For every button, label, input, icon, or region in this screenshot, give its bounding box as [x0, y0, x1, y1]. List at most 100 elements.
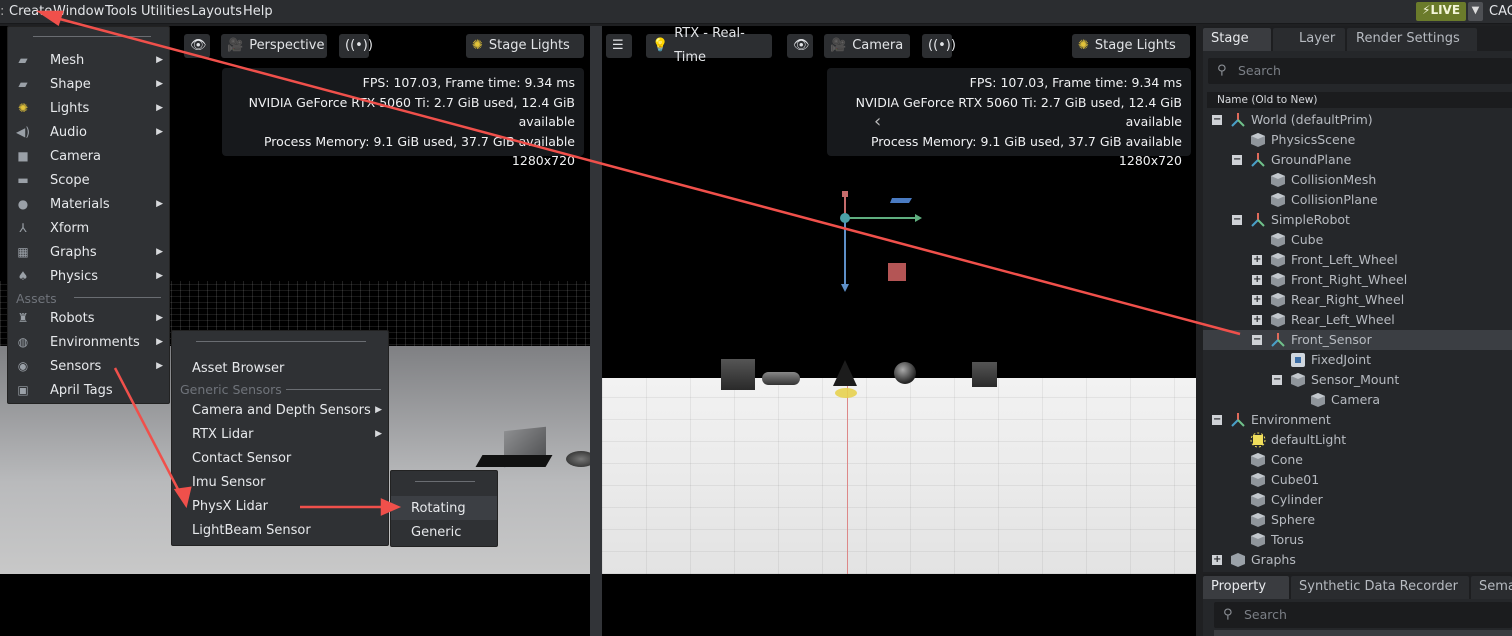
menu-item-xform[interactable]: ⅄ Xform	[8, 216, 169, 240]
menu-item-lights[interactable]: ✺ Lights ▶	[8, 96, 169, 120]
tree-row[interactable]: − SimpleRobot	[1203, 210, 1512, 230]
tab-stage[interactable]: Stage	[1203, 28, 1271, 51]
tab-semantics[interactable]: Sema	[1471, 576, 1512, 599]
tree-row[interactable]: Cube01	[1203, 470, 1512, 490]
tree-row[interactable]: defaultLight	[1203, 430, 1512, 450]
expand-icon[interactable]: +	[1252, 295, 1262, 305]
menu-item-asset-browser[interactable]: Asset Browser	[172, 356, 388, 380]
menu-item-audio[interactable]: ◀) Audio ▶	[8, 120, 169, 144]
menu-utilities[interactable]: Utilities	[141, 4, 190, 19]
audio-button[interactable]: ((•))	[339, 34, 373, 58]
visibility-button-right[interactable]: 👁	[787, 34, 813, 58]
menu-item-environments[interactable]: ◍ Environments ▶	[8, 330, 169, 354]
tree-row[interactable]: − World (defaultPrim)	[1203, 110, 1512, 130]
menu-item-rotating[interactable]: Rotating	[391, 496, 497, 520]
menu-item-robots[interactable]: ♜ Robots ▶	[8, 306, 169, 330]
tree-row[interactable]: − Environment	[1203, 410, 1512, 430]
tree-row[interactable]: Cube	[1203, 230, 1512, 250]
sphere-icon: ●	[17, 197, 29, 211]
menu-item-sensors[interactable]: ◉ Sensors ▶	[8, 354, 169, 378]
stage-lights-label: Stage Lights	[488, 38, 570, 53]
audio-button-right[interactable]: ((•))	[922, 34, 956, 58]
tab-synthetic-data-recorder[interactable]: Synthetic Data Recorder	[1291, 576, 1469, 599]
property-search-input[interactable]: ⚲ Search	[1214, 602, 1512, 628]
menu-item-camera[interactable]: ■ Camera	[8, 144, 169, 168]
expand-icon[interactable]: +	[1252, 255, 1262, 265]
menu-item-april-tags[interactable]: ▣ April Tags	[8, 378, 169, 402]
camera-select-button[interactable]: 🎥 Perspective	[221, 34, 327, 58]
collapse-icon[interactable]: −	[1252, 335, 1262, 345]
menu-window[interactable]: Window	[53, 4, 104, 19]
collapse-icon[interactable]: −	[1272, 375, 1282, 385]
search-icon: ⚲	[1223, 607, 1233, 622]
tree-row[interactable]: Torus	[1203, 530, 1512, 550]
xform-icon	[1230, 112, 1246, 128]
viewport-camera[interactable]: ☰ 💡 RTX - Real-Time 👁 🎥 Camera ((•)) ✺ Stag…	[602, 26, 1196, 574]
tree-label: Environment	[1251, 412, 1331, 427]
tree-row[interactable]: − GroundPlane	[1203, 150, 1512, 170]
tree-row[interactable]: + Graphs	[1203, 550, 1512, 570]
tree-row[interactable]: FixedJoint	[1203, 350, 1512, 370]
sun-icon: ✺	[472, 38, 483, 53]
collapse-icon[interactable]: −	[1212, 415, 1222, 425]
render-mode-label: RTX - Real-Time	[674, 26, 745, 65]
expand-icon[interactable]: +	[1252, 275, 1262, 285]
collapse-icon[interactable]: −	[1232, 155, 1242, 165]
tree-row[interactable]: + Rear_Left_Wheel	[1203, 310, 1512, 330]
menu-item-physx-lidar[interactable]: PhysX Lidar	[172, 494, 388, 518]
tree-row[interactable]: + Rear_Right_Wheel	[1203, 290, 1512, 310]
tab-layer[interactable]: Layer	[1273, 28, 1345, 51]
menu-item-rtx-lidar[interactable]: RTX Lidar ▶	[172, 422, 388, 446]
tree-row[interactable]: − Sensor_Mount	[1203, 370, 1512, 390]
menu-tools[interactable]: Tools	[105, 4, 137, 19]
viewport-stats-right: FPS: 107.03, Frame time: 9.34 ms NVIDIA …	[827, 68, 1191, 168]
viewport-splitter[interactable]	[590, 26, 602, 636]
tree-row[interactable]: Camera	[1203, 390, 1512, 410]
settings-button[interactable]: ☰	[606, 34, 632, 58]
menu-item-camera-and-depth-sensors[interactable]: Camera and Depth Sensors ▶	[172, 398, 388, 422]
expand-icon[interactable]: +	[1252, 315, 1262, 325]
tree-row[interactable]: CollisionMesh	[1203, 170, 1512, 190]
live-button[interactable]: ⚡LIVE	[1416, 2, 1466, 21]
tree-row[interactable]: − Front_Sensor	[1203, 330, 1512, 350]
tree-row[interactable]: + Front_Right_Wheel	[1203, 270, 1512, 290]
tree-row[interactable]: + Front_Left_Wheel	[1203, 250, 1512, 270]
visibility-button[interactable]: 👁	[184, 34, 210, 58]
collapse-icon[interactable]: −	[1212, 115, 1222, 125]
render-mode-button[interactable]: 💡 RTX - Real-Time	[646, 26, 772, 65]
menu-item-shape[interactable]: ▰ Shape ▶	[8, 72, 169, 96]
menu-item-generic[interactable]: Generic	[391, 520, 497, 544]
menu-item-imu-sensor[interactable]: Imu Sensor	[172, 470, 388, 494]
stage-lights-button[interactable]: ✺ Stage Lights	[466, 34, 584, 58]
tab-render-settings[interactable]: Render Settings	[1347, 28, 1477, 51]
menu-help[interactable]: Help	[243, 4, 273, 19]
expand-icon[interactable]: +	[1212, 555, 1222, 565]
live-dropdown-button[interactable]: ▼	[1468, 2, 1483, 21]
memory-text-right: Process Memory: 9.1 GiB used, 37.7 GiB a…	[870, 133, 1182, 149]
bulb-icon: 💡	[652, 38, 669, 53]
column-header[interactable]: Name (Old to New)	[1207, 92, 1512, 108]
light-icon: ✺	[17, 101, 29, 115]
collapse-icon[interactable]: −	[1232, 215, 1242, 225]
tree-row[interactable]: PhysicsScene	[1203, 130, 1512, 150]
tree-row[interactable]: Cone	[1203, 450, 1512, 470]
tab-property[interactable]: Property	[1203, 576, 1289, 599]
menu-layouts[interactable]: Layouts	[191, 4, 242, 19]
menu-item-lightbeam-sensor[interactable]: LightBeam Sensor	[172, 518, 388, 542]
transform-gizmo[interactable]	[830, 186, 930, 296]
stage-lights-button-right[interactable]: ✺ Stage Lights	[1072, 34, 1190, 58]
menu-item-mesh[interactable]: ▰ Mesh ▶	[8, 48, 169, 72]
menu-item-label: Scope	[50, 172, 90, 188]
menu-item-materials[interactable]: ● Materials ▶	[8, 192, 169, 216]
tree-row[interactable]: Cylinder	[1203, 490, 1512, 510]
menu-item-physics[interactable]: ♠ Physics ▶	[8, 264, 169, 288]
camera-select-button-right[interactable]: 🎥 Camera	[824, 34, 910, 58]
menu-item-scope[interactable]: ▬ Scope	[8, 168, 169, 192]
menu-create[interactable]: Create	[9, 4, 52, 19]
tree-row[interactable]: CollisionPlane	[1203, 190, 1512, 210]
tree-row[interactable]: Sphere	[1203, 510, 1512, 530]
stage-search-input[interactable]: ⚲ Search	[1208, 58, 1512, 84]
gpu-text-right: NVIDIA GeForce RTX 5060 Ti: 2.7 GiB used…	[855, 94, 1182, 130]
menu-item-contact-sensor[interactable]: Contact Sensor	[172, 446, 388, 470]
menu-item-graphs[interactable]: ▦ Graphs ▶	[8, 240, 169, 264]
